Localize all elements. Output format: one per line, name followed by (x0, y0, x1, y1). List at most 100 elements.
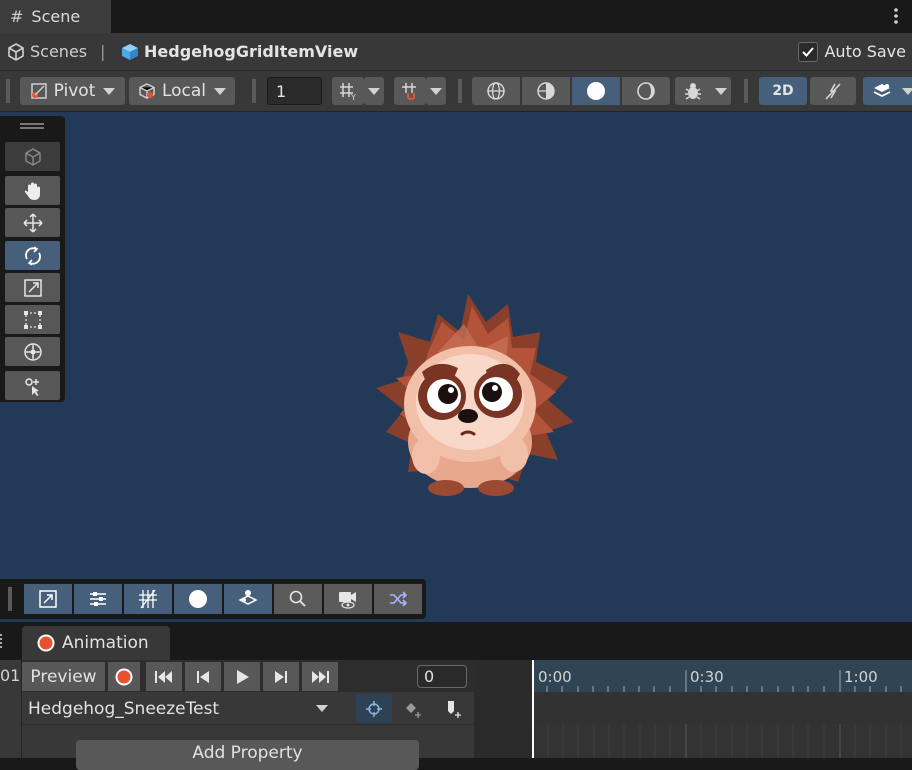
unity-logo-icon (6, 42, 26, 62)
shaded-wireframe-button[interactable] (522, 77, 570, 105)
autosave-checkbox[interactable] (798, 41, 819, 62)
add-event-button[interactable] (434, 694, 472, 723)
property-track[interactable] (534, 724, 912, 758)
clip-name: Hedgehog_SneezeTest (28, 699, 220, 719)
chevron-down-icon (214, 87, 227, 95)
tab-scene[interactable]: # Scene (0, 0, 111, 33)
shaded-button[interactable] (572, 77, 620, 105)
timeline[interactable]: 0:00 0:30 1:00 (474, 660, 912, 758)
preview-button[interactable]: Preview (22, 662, 105, 691)
animation-controls: 01 Preview 0 Hedgehog_SneezeTest Add Pro… (0, 660, 474, 770)
skip-to-start-icon (153, 668, 175, 686)
add-property-button[interactable]: Add Property (76, 740, 419, 770)
overlay-toolbar (0, 579, 426, 619)
overlay-scale-button[interactable] (24, 584, 72, 614)
tab-animation[interactable]: Animation (22, 626, 170, 660)
overlay-camera-button[interactable] (324, 584, 372, 614)
debug-draw-dropdown[interactable] (711, 77, 731, 105)
left-panel-stub: 01 (0, 660, 22, 692)
scene-visibility-dropdown[interactable] (901, 77, 912, 105)
overlay-shading-button[interactable] (174, 584, 222, 614)
camera-eye-icon (337, 588, 359, 610)
record-button[interactable] (108, 662, 140, 691)
move-tool[interactable] (5, 208, 60, 237)
space-label: Local (161, 81, 207, 101)
transform-tool[interactable] (5, 337, 60, 366)
unlit-button[interactable] (622, 77, 670, 105)
grid-snap-button[interactable]: Y (332, 77, 364, 105)
wireframe-shading-button[interactable] (472, 77, 520, 105)
previous-keyframe-button[interactable] (185, 662, 221, 691)
summary-track[interactable] (534, 692, 912, 724)
increment-snap-button[interactable] (394, 77, 426, 105)
chevron-down-icon (368, 87, 380, 95)
hedgehog-sprite[interactable] (368, 292, 580, 502)
scene-hash-icon: # (10, 7, 24, 26)
overlay-grip[interactable] (8, 587, 12, 611)
next-keyframe-button[interactable] (263, 662, 299, 691)
shuffle-icon (387, 588, 409, 610)
overlay-shuffle-button[interactable] (374, 584, 422, 614)
svg-text:Y: Y (350, 93, 356, 101)
space-dropdown[interactable]: Local (129, 77, 235, 105)
scale-tool[interactable] (5, 273, 60, 302)
rect-tool[interactable] (5, 305, 60, 334)
autosave-label: Auto Save (824, 42, 906, 61)
play-icon (233, 668, 251, 686)
scene-tab-bar: # Scene (0, 0, 912, 33)
record-icon (114, 667, 134, 687)
toolbar-separator (744, 79, 748, 103)
increment-snap-dropdown[interactable] (426, 77, 446, 105)
animation-record-icon (36, 633, 56, 653)
search-icon (287, 588, 309, 610)
autosave-toggle[interactable]: Auto Save (798, 33, 906, 70)
wireframe-sphere-icon (485, 80, 507, 102)
grid-snap-dropdown[interactable] (364, 77, 384, 105)
toolbar-grip[interactable] (6, 79, 10, 103)
lighting-toggle[interactable] (810, 77, 856, 105)
circle-icon (187, 588, 209, 610)
overlay-settings-button[interactable] (74, 584, 122, 614)
panel-grip[interactable] (0, 634, 6, 648)
custom-tool[interactable] (5, 371, 60, 400)
bug-icon (682, 80, 704, 102)
overlay-grid-button[interactable] (124, 584, 172, 614)
last-keyframe-button[interactable] (302, 662, 338, 691)
timeline-ruler[interactable]: 0:00 0:30 1:00 (532, 660, 912, 692)
hand-tool[interactable] (5, 176, 60, 205)
cube-icon (23, 147, 43, 167)
add-keyframe-button[interactable] (395, 694, 431, 723)
view-tool-cube[interactable] (5, 142, 60, 171)
palette-grip[interactable] (20, 123, 44, 129)
animation-tab-bar: Animation (0, 622, 912, 660)
prefab-cube-icon (120, 42, 140, 62)
breadcrumb-object[interactable]: HedgehogGridItemView (120, 33, 358, 70)
scene-viewport[interactable] (0, 112, 912, 622)
overlay-navigation-button[interactable] (224, 584, 272, 614)
first-keyframe-button[interactable] (146, 662, 182, 691)
keyframe-add-icon (403, 699, 423, 719)
toolbar-separator (252, 79, 256, 103)
mode-2d-toggle[interactable]: 2D (759, 77, 807, 105)
breadcrumb-scenes[interactable]: Scenes (6, 33, 87, 70)
more-options-icon[interactable] (890, 6, 902, 26)
chevron-down-icon (103, 87, 116, 95)
breadcrumb-object-label: HedgehogGridItemView (144, 42, 359, 61)
rotate-icon (22, 245, 44, 267)
scene-visibility-button[interactable] (863, 77, 901, 105)
pivot-dropdown[interactable]: Pivot (20, 77, 125, 105)
clip-selector[interactable]: Hedgehog_SneezeTest (22, 694, 336, 724)
pivot-icon (30, 82, 48, 100)
play-button[interactable] (224, 662, 260, 691)
add-keyframe-snap-button[interactable] (356, 694, 392, 723)
tick-label-0: 0:00 (538, 668, 572, 686)
move-arrows-icon (22, 212, 44, 234)
snap-increment-field[interactable]: 1 (267, 77, 322, 105)
overlay-search-button[interactable] (274, 584, 322, 614)
tab-animation-label: Animation (62, 633, 149, 653)
rotate-tool[interactable] (5, 241, 60, 270)
step-forward-icon (272, 668, 290, 686)
current-frame-field[interactable]: 0 (417, 665, 467, 688)
step-back-icon (194, 668, 212, 686)
debug-draw-mode-button[interactable] (675, 77, 711, 105)
